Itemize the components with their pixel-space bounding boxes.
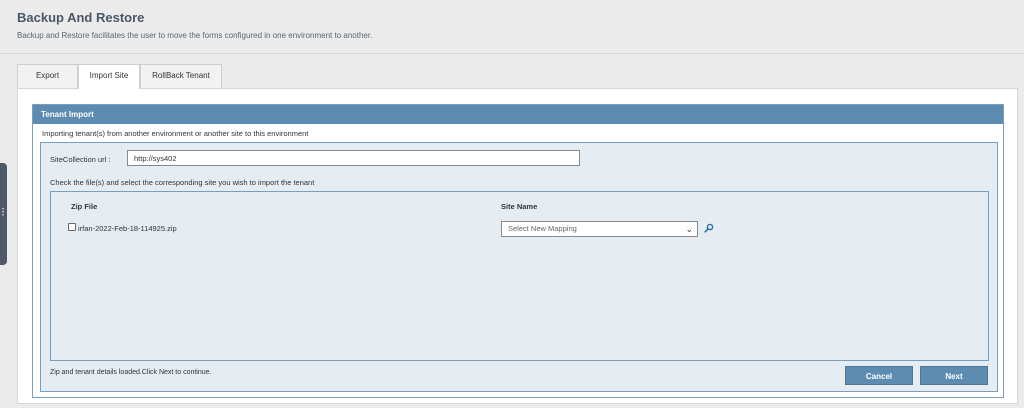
zip-file-grid: Zip File Site Name irfan-2022-Feb-18-114…	[50, 191, 989, 361]
site-mapping-select[interactable]: Select New Mapping ⌄	[501, 221, 698, 237]
chevron-down-icon: ⌄	[685, 224, 693, 234]
header-divider	[0, 53, 1024, 54]
tab-bar: Export Site Import Site RollBack Tenant	[17, 64, 222, 102]
side-panel-handle[interactable]: • • •	[0, 163, 7, 265]
tab-import-site[interactable]: Import Site	[78, 64, 140, 89]
grip-icon: • • •	[1, 207, 5, 219]
search-icon[interactable]	[704, 223, 714, 233]
zip-file-checkbox[interactable]	[68, 223, 76, 231]
page-subtitle: Backup and Restore facilitates the user …	[17, 31, 373, 40]
tenant-import-header: Tenant Import	[33, 105, 1003, 124]
page-title: Backup And Restore	[17, 10, 145, 25]
import-form: SiteCollection url : Check the file(s) a…	[40, 142, 998, 392]
column-header-site-name: Site Name	[501, 202, 538, 211]
site-collection-url-label: SiteCollection url :	[50, 155, 111, 164]
site-mapping-selected-value: Select New Mapping	[508, 224, 577, 233]
zip-file-name: irfan-2022-Feb-18-114925.zip	[78, 224, 177, 233]
tab-export-site[interactable]: Export Site	[17, 64, 78, 102]
tenant-import-description: Importing tenant(s) from another environ…	[42, 129, 309, 138]
tenant-import-box: Tenant Import Importing tenant(s) from a…	[32, 104, 1004, 398]
next-button[interactable]: Next	[920, 366, 988, 385]
site-collection-url-input[interactable]	[127, 150, 580, 166]
cancel-button[interactable]: Cancel	[845, 366, 913, 385]
tab-rollback-tenant[interactable]: RollBack Tenant	[140, 64, 222, 88]
check-files-instruction: Check the file(s) and select the corresp…	[50, 178, 315, 187]
status-message: Zip and tenant details loaded.Click Next…	[50, 369, 212, 376]
column-header-zip-file: Zip File	[71, 202, 98, 211]
